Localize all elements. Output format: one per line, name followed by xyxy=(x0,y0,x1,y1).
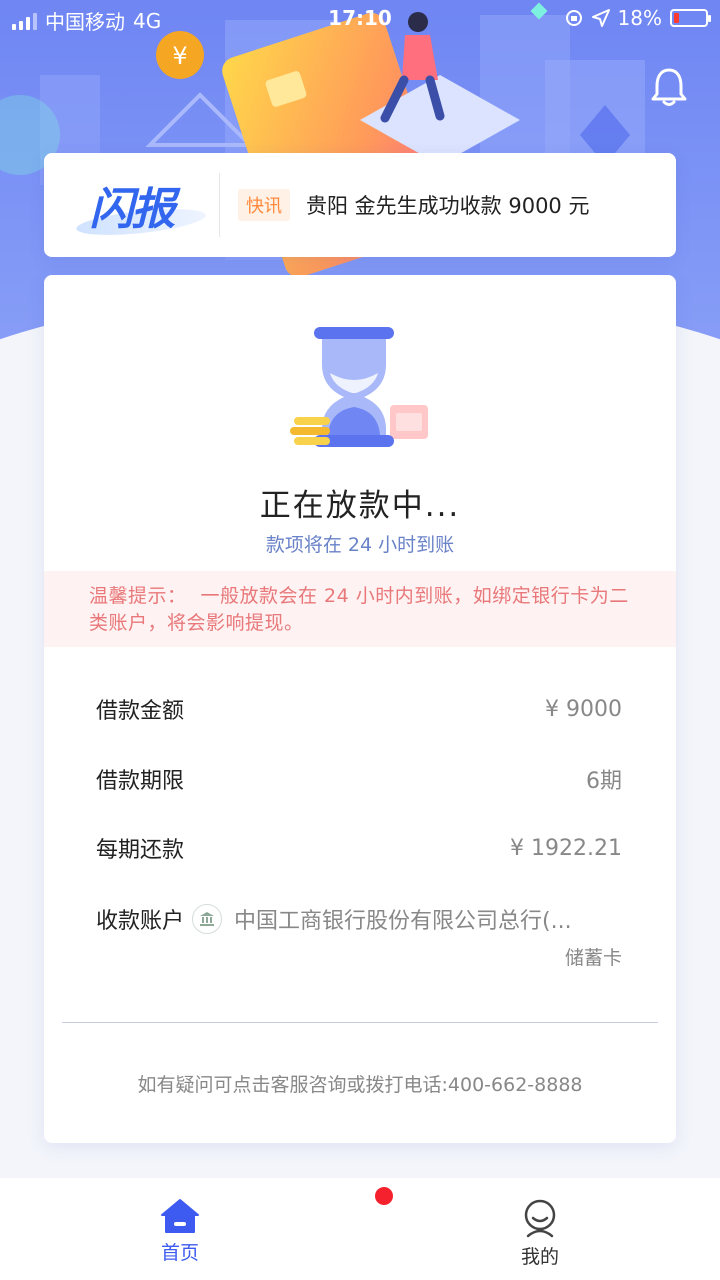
loan-amount-row: 借款金额 ¥ 9000 xyxy=(96,689,622,729)
loan-amount-value: ¥ 9000 xyxy=(545,696,622,722)
news-divider xyxy=(219,173,220,237)
loan-term-label: 借款期限 xyxy=(96,769,185,794)
account-label: 收款账户 xyxy=(96,909,185,934)
bottom-tab-bar: 首页 我的 xyxy=(0,1178,720,1280)
card-type: 储蓄卡 xyxy=(564,947,622,969)
tab-home[interactable]: 首页 xyxy=(0,1178,360,1280)
account-name: 中国工商银行股份有限公司总行(... xyxy=(234,909,572,934)
battery-percent: 18% xyxy=(617,6,662,30)
flash-news-logo: 闪报 xyxy=(44,153,219,257)
warm-tip-label: 温馨提示： xyxy=(89,585,187,607)
divider xyxy=(62,1022,658,1023)
location-icon xyxy=(591,9,610,27)
tab-mine-label: 我的 xyxy=(520,1246,559,1268)
loan-status-title: 正在放款中... xyxy=(259,488,461,524)
news-tag: 快讯 xyxy=(238,189,290,221)
tab-mine[interactable]: 我的 xyxy=(360,1178,720,1280)
customer-service-text[interactable]: 如有疑问可点击客服咨询或拨打电话:400-662-8888 xyxy=(44,1070,676,1097)
rotation-lock-icon xyxy=(565,10,582,26)
loan-term-row: 借款期限 6期 xyxy=(96,759,622,799)
profile-icon xyxy=(524,1199,556,1238)
bank-icon xyxy=(192,904,223,934)
battery-icon xyxy=(670,9,711,27)
status-bar: 中国移动 4G 17:10 18% xyxy=(0,0,720,36)
flash-news-logo-text: 闪报 xyxy=(89,184,176,235)
hourglass-icon xyxy=(290,327,428,447)
installment-label: 每期还款 xyxy=(96,838,185,863)
warm-tip: 温馨提示： 一般放款会在 24 小时内到账，如绑定银行卡为二类账户，将会影响提现。 xyxy=(44,571,676,647)
loan-amount-label: 借款金额 xyxy=(96,699,185,724)
receiving-account-row: 收款账户 中国工商银行股份有限公司总行(... 储蓄卡 xyxy=(96,901,622,970)
home-icon xyxy=(161,1199,199,1233)
loan-term-value: 6期 xyxy=(586,769,622,794)
flash-news-card[interactable]: 闪报 快讯 贵阳 金先生成功收款 9000 元 xyxy=(44,153,676,257)
svg-text:¥: ¥ xyxy=(172,42,187,70)
bell-icon[interactable] xyxy=(650,66,688,108)
news-message: 贵阳 金先生成功收款 9000 元 xyxy=(306,194,590,218)
installment-value: ¥ 1922.21 xyxy=(510,835,622,861)
installment-row: 每期还款 ¥ 1922.21 xyxy=(96,828,622,868)
notification-badge xyxy=(372,1184,396,1208)
tab-home-label: 首页 xyxy=(160,1242,199,1264)
loan-status-card: 正在放款中... 款项将在 24 小时到账 温馨提示： 一般放款会在 24 小时内… xyxy=(44,275,676,1143)
loan-status-subtitle: 款项将在 24 小时到账 xyxy=(265,534,455,556)
